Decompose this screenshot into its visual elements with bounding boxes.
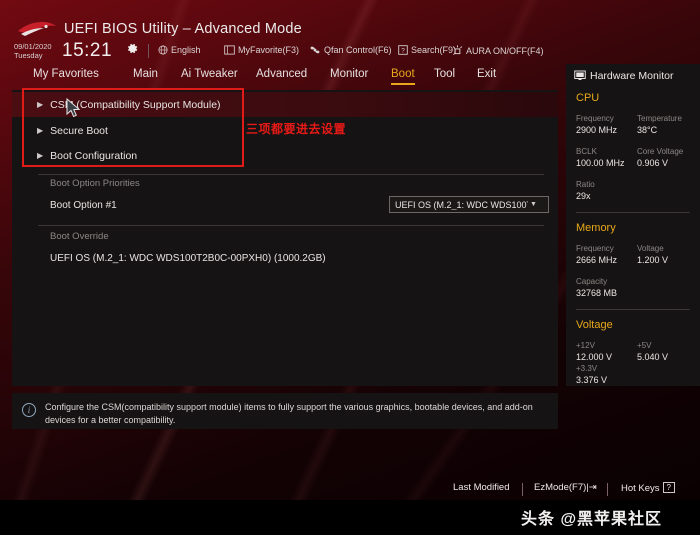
help-text: Configure the CSM(compatibility support … <box>45 402 533 425</box>
hw-33v-key: +3.3V <box>576 364 598 373</box>
tab-boot[interactable]: Boot <box>391 68 415 85</box>
ezmode-label: EzMode(F7) <box>534 482 587 493</box>
hw-5v-value: 5.040 V <box>637 352 669 362</box>
hw-mem-voltage-value: 1.200 V <box>637 255 669 265</box>
hw-section-memory-title: Memory <box>576 222 616 234</box>
boot-option-1-value: UEFI OS (M.2_1: WDC WDS100T2 <box>395 199 528 210</box>
fan-icon <box>309 45 321 57</box>
info-icon: i <box>22 403 36 417</box>
globe-icon <box>158 45 168 57</box>
header-bar: UEFI BIOS Utility – Advanced Mode 09/01/… <box>0 0 700 64</box>
tab-bar: My Favorites Main Ai Tweaker Advanced Mo… <box>0 68 560 90</box>
hw-33v-value: 3.376 V <box>576 375 608 385</box>
hotkeys-label: Hot Keys <box>621 483 660 494</box>
hw-cpu-bclk-key: BCLK <box>576 147 597 156</box>
hw-cpu-temperature-value: 38°C <box>637 125 658 135</box>
divider-2 <box>38 225 544 226</box>
question-box-icon: ? <box>398 45 408 57</box>
qfan-label: Qfan Control(F6) <box>324 45 392 55</box>
hw-cpu-ratio-key: Ratio <box>576 180 595 189</box>
hardware-monitor-title: Hardware Monitor <box>574 70 673 84</box>
hw-cpu-frequency-key: Frequency <box>576 114 614 123</box>
boot-override-header: Boot Override <box>50 231 109 242</box>
ezmode-arrow-icon: |⇥ <box>586 482 597 493</box>
tab-my-favorites[interactable]: My Favorites <box>33 68 99 83</box>
chevron-right-icon: ▶ <box>37 126 44 135</box>
header-item-myfavorite[interactable]: MyFavorite(F3) <box>224 45 299 57</box>
boot-option-1-dropdown[interactable]: UEFI OS (M.2_1: WDC WDS100T2 ▼ <box>389 196 549 213</box>
myfavorite-label: MyFavorite(F3) <box>238 45 300 55</box>
hw-cpu-frequency-value: 2900 MHz <box>576 125 618 135</box>
hw-cpu-ratio-value: 29x <box>576 191 591 201</box>
boot-override-item[interactable]: UEFI OS (M.2_1: WDC WDS100T2B0C-00PXH0) … <box>50 253 326 264</box>
aura-light-icon <box>452 45 463 58</box>
hw-cpu-temperature-key: Temperature <box>637 114 682 123</box>
tab-main[interactable]: Main <box>133 68 158 83</box>
hw-mem-voltage-key: Voltage <box>637 244 664 253</box>
chevron-right-icon: ▶ <box>37 100 44 109</box>
search-label: Search(F9) <box>411 45 457 55</box>
hw-divider-2 <box>576 309 690 310</box>
weekday-value: Tuesday <box>14 51 43 60</box>
header-item-language[interactable]: English <box>158 45 201 57</box>
divider-1 <box>38 174 544 175</box>
footer-bar: Last Modified EzMode(F7)|⇥ Hot Keys? <box>0 478 700 500</box>
page-title: UEFI BIOS Utility – Advanced Mode <box>64 21 302 37</box>
hotkeys-key-icon: ? <box>662 482 675 493</box>
help-panel: i Configure the CSM(compatibility suppor… <box>12 393 558 429</box>
date-display: 09/01/2020 Tuesday <box>14 42 52 60</box>
menu-item-csm-label: CSM (Compatibility Support Module) <box>50 98 221 111</box>
svg-text:?: ? <box>401 48 405 55</box>
header-item-search[interactable]: ? Search(F9) <box>398 45 456 57</box>
tab-ai-tweaker[interactable]: Ai Tweaker <box>181 68 238 83</box>
hw-divider-1 <box>576 212 690 213</box>
monitor-icon <box>574 70 586 84</box>
hw-mem-capacity-key: Capacity <box>576 277 608 286</box>
hw-mem-capacity-value: 32768 MB <box>576 288 618 298</box>
tab-monitor[interactable]: Monitor <box>330 68 368 83</box>
hw-5v-key: +5V <box>637 341 652 350</box>
hardware-monitor-panel: Hardware Monitor CPU Frequency 2900 MHz … <box>566 64 700 386</box>
tab-advanced[interactable]: Advanced <box>256 68 307 83</box>
hw-cpu-bclk-value: 100.00 MHz <box>576 158 625 168</box>
aura-label: AURA ON/OFF(F4) <box>466 46 544 56</box>
language-label: English <box>171 45 201 55</box>
star-book-icon <box>224 45 235 57</box>
boot-option-1-label: Boot Option #1 <box>50 200 117 211</box>
hw-section-cpu-title: CPU <box>576 92 600 104</box>
header-item-aura[interactable]: AURA ON/OFF(F4) <box>452 45 544 58</box>
chevron-down-icon: ▼ <box>530 201 537 208</box>
menu-item-boot-configuration[interactable]: ▶ Boot Configuration <box>12 143 558 168</box>
menu-item-secure-boot-label: Secure Boot <box>50 124 108 137</box>
boot-option-priorities-header: Boot Option Priorities <box>50 178 140 189</box>
rog-logo <box>18 21 56 36</box>
gear-icon[interactable] <box>126 42 139 55</box>
footer-divider-2 <box>607 483 608 496</box>
header-item-qfan[interactable]: Qfan Control(F6) <box>309 45 392 57</box>
hw-12v-key: +12V <box>576 341 595 350</box>
bios-screen: UEFI BIOS Utility – Advanced Mode 09/01/… <box>0 0 700 535</box>
tab-exit[interactable]: Exit <box>477 68 496 83</box>
hw-cpu-core-voltage-key: Core Voltage <box>637 147 684 156</box>
ezmode-button[interactable]: EzMode(F7)|⇥ <box>534 482 597 493</box>
hardware-monitor-title-label: Hardware Monitor <box>590 70 674 82</box>
last-modified-button[interactable]: Last Modified <box>453 482 510 493</box>
chevron-right-icon: ▶ <box>37 151 44 160</box>
header-divider-1 <box>148 44 149 58</box>
footer-divider-1 <box>522 483 523 496</box>
tab-tool[interactable]: Tool <box>434 68 455 83</box>
date-value: 09/01/2020 <box>14 42 52 51</box>
hotkeys-button[interactable]: Hot Keys? <box>621 482 675 494</box>
clock-display: 15:21 <box>62 40 113 61</box>
menu-item-boot-configuration-label: Boot Configuration <box>50 149 138 162</box>
hw-section-voltage-title: Voltage <box>576 319 613 331</box>
hw-mem-frequency-value: 2666 MHz <box>576 255 618 265</box>
annotation-note: 三项都要进去设置 <box>246 122 347 136</box>
watermark: 头条 @黑苹果社区 <box>521 511 663 528</box>
hw-cpu-core-voltage-value: 0.906 V <box>637 158 669 168</box>
hw-12v-value: 12.000 V <box>576 352 613 362</box>
hw-mem-frequency-key: Frequency <box>576 244 614 253</box>
menu-item-csm[interactable]: ▶ CSM (Compatibility Support Module) <box>12 92 558 117</box>
